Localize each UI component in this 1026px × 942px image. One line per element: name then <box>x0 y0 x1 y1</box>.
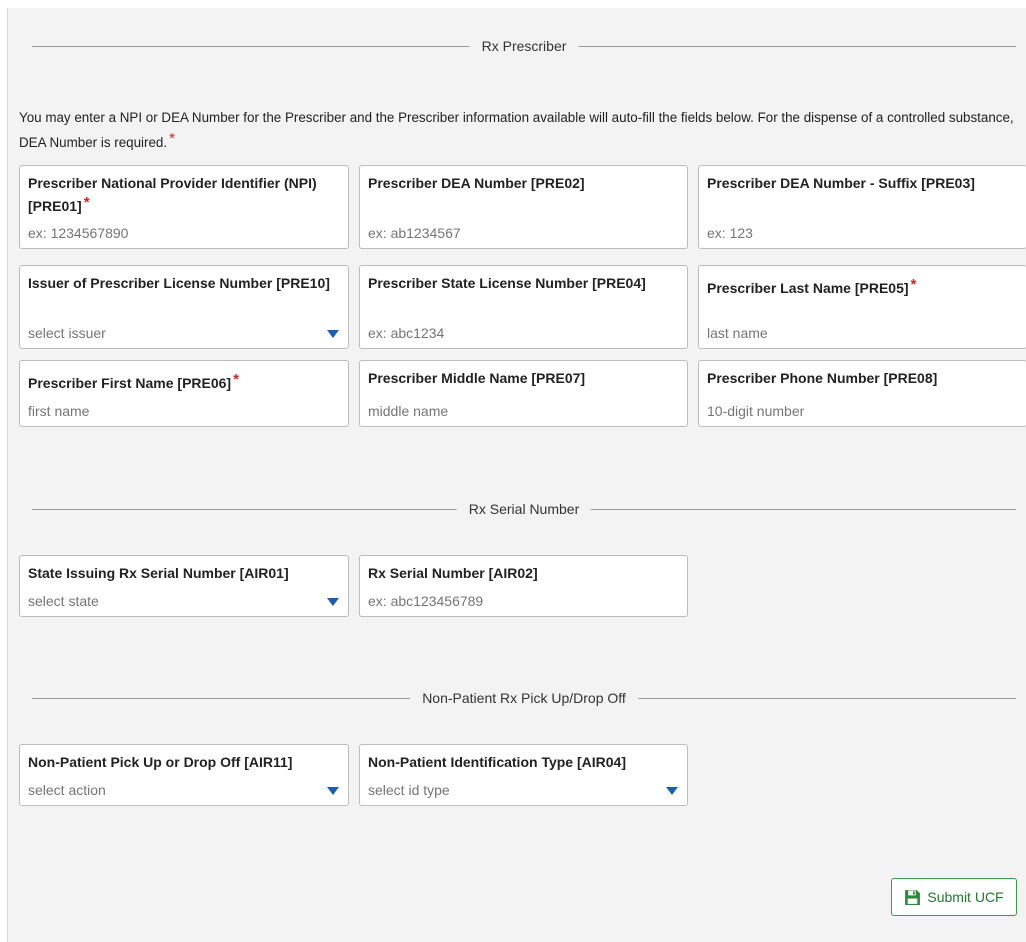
first-name-label: Prescriber First Name [PRE06] <box>28 375 232 391</box>
section-title: Rx Serial Number <box>456 500 592 518</box>
id-type-value[interactable]: select id type <box>368 781 661 799</box>
state-license-field[interactable]: Prescriber State License Number [PRE04] … <box>359 265 688 349</box>
field-label: Prescriber First Name [PRE06] * <box>28 370 340 393</box>
first-name-field[interactable]: Prescriber First Name [PRE06] * first nam… <box>19 360 349 427</box>
submit-ucf-button[interactable]: Submit UCF <box>891 878 1017 916</box>
section-divider-serial: Rx Serial Number <box>32 500 1016 518</box>
section-title: Non-Patient Rx Pick Up/Drop Off <box>410 689 638 707</box>
required-marker: * <box>83 194 90 211</box>
middle-name-input[interactable]: middle name <box>368 402 661 420</box>
npi-field[interactable]: Prescriber National Provider Identifier … <box>19 165 349 249</box>
last-name-input[interactable]: last name <box>707 324 1000 342</box>
dea-input[interactable]: ex: ab1234567 <box>368 224 661 242</box>
serial-state-select[interactable]: State Issuing Rx Serial Number [AIR01] s… <box>19 555 349 617</box>
section-title: Rx Prescriber <box>469 37 579 55</box>
chevron-down-icon[interactable] <box>327 330 339 338</box>
dea-suffix-input[interactable]: ex: 123 <box>707 224 1000 242</box>
chevron-down-icon[interactable] <box>666 787 678 795</box>
last-name-label: Prescriber Last Name [PRE05] <box>707 280 909 296</box>
intro-text: You may enter a NPI or DEA Number for th… <box>19 107 1019 153</box>
serial-number-input[interactable]: ex: abc123456789 <box>368 592 661 610</box>
phone-input[interactable]: 10-digit number <box>707 402 1000 420</box>
required-marker: * <box>910 276 917 293</box>
chevron-down-icon[interactable] <box>327 598 339 606</box>
npi-input[interactable]: ex: 1234567890 <box>28 224 322 242</box>
required-marker: * <box>233 371 239 388</box>
first-name-input[interactable]: first name <box>28 402 322 420</box>
license-issuer-select[interactable]: Issuer of Prescriber License Number [PRE… <box>19 265 349 349</box>
state-license-label: Prescriber State License Number [PRE04] <box>368 275 646 291</box>
phone-label: Prescriber Phone Number [PRE08] <box>707 370 938 386</box>
section-divider-nonpatient: Non-Patient Rx Pick Up/Drop Off <box>32 689 1016 707</box>
serial-state-value[interactable]: select state <box>28 592 322 610</box>
pickup-dropoff-select[interactable]: Non-Patient Pick Up or Drop Off [AIR11] … <box>19 744 349 806</box>
submit-label: Submit UCF <box>927 889 1004 905</box>
required-marker: * <box>169 130 175 147</box>
form-page: Rx Prescriber You may enter a NPI or DEA… <box>7 8 1026 942</box>
serial-number-label: Rx Serial Number [AIR02] <box>368 565 538 581</box>
id-type-select[interactable]: Non-Patient Identification Type [AIR04] … <box>359 744 688 806</box>
field-label: Prescriber National Provider Identifier … <box>28 173 340 216</box>
section-divider-prescriber: Rx Prescriber <box>32 37 1016 55</box>
npi-label: Prescriber National Provider Identifier … <box>28 175 317 214</box>
dea-suffix-label: Prescriber DEA Number - Suffix [PRE03] <box>707 175 975 191</box>
dea-suffix-field[interactable]: Prescriber DEA Number - Suffix [PRE03] e… <box>698 165 1026 249</box>
last-name-field[interactable]: Prescriber Last Name [PRE05] * last name <box>698 265 1026 349</box>
id-type-label: Non-Patient Identification Type [AIR04] <box>368 754 626 770</box>
serial-number-field[interactable]: Rx Serial Number [AIR02] ex: abc12345678… <box>359 555 688 617</box>
middle-name-field[interactable]: Prescriber Middle Name [PRE07] middle na… <box>359 360 688 427</box>
state-license-input[interactable]: ex: abc1234 <box>368 324 661 342</box>
middle-name-label: Prescriber Middle Name [PRE07] <box>368 370 586 386</box>
dea-field[interactable]: Prescriber DEA Number [PRE02] ex: ab1234… <box>359 165 688 249</box>
phone-field[interactable]: Prescriber Phone Number [PRE08] 10-digit… <box>698 360 1026 427</box>
save-icon <box>905 889 921 905</box>
pickup-dropoff-label: Non-Patient Pick Up or Drop Off [AIR11] <box>28 754 293 770</box>
chevron-down-icon[interactable] <box>327 787 339 795</box>
serial-state-label: State Issuing Rx Serial Number [AIR01] <box>28 565 289 581</box>
dea-label: Prescriber DEA Number [PRE02] <box>368 175 585 191</box>
pickup-dropoff-value[interactable]: select action <box>28 781 322 799</box>
license-issuer-label: Issuer of Prescriber License Number [PRE… <box>28 275 330 291</box>
license-issuer-value[interactable]: select issuer <box>28 324 322 342</box>
field-label: Prescriber Last Name [PRE05] * <box>707 275 1018 298</box>
